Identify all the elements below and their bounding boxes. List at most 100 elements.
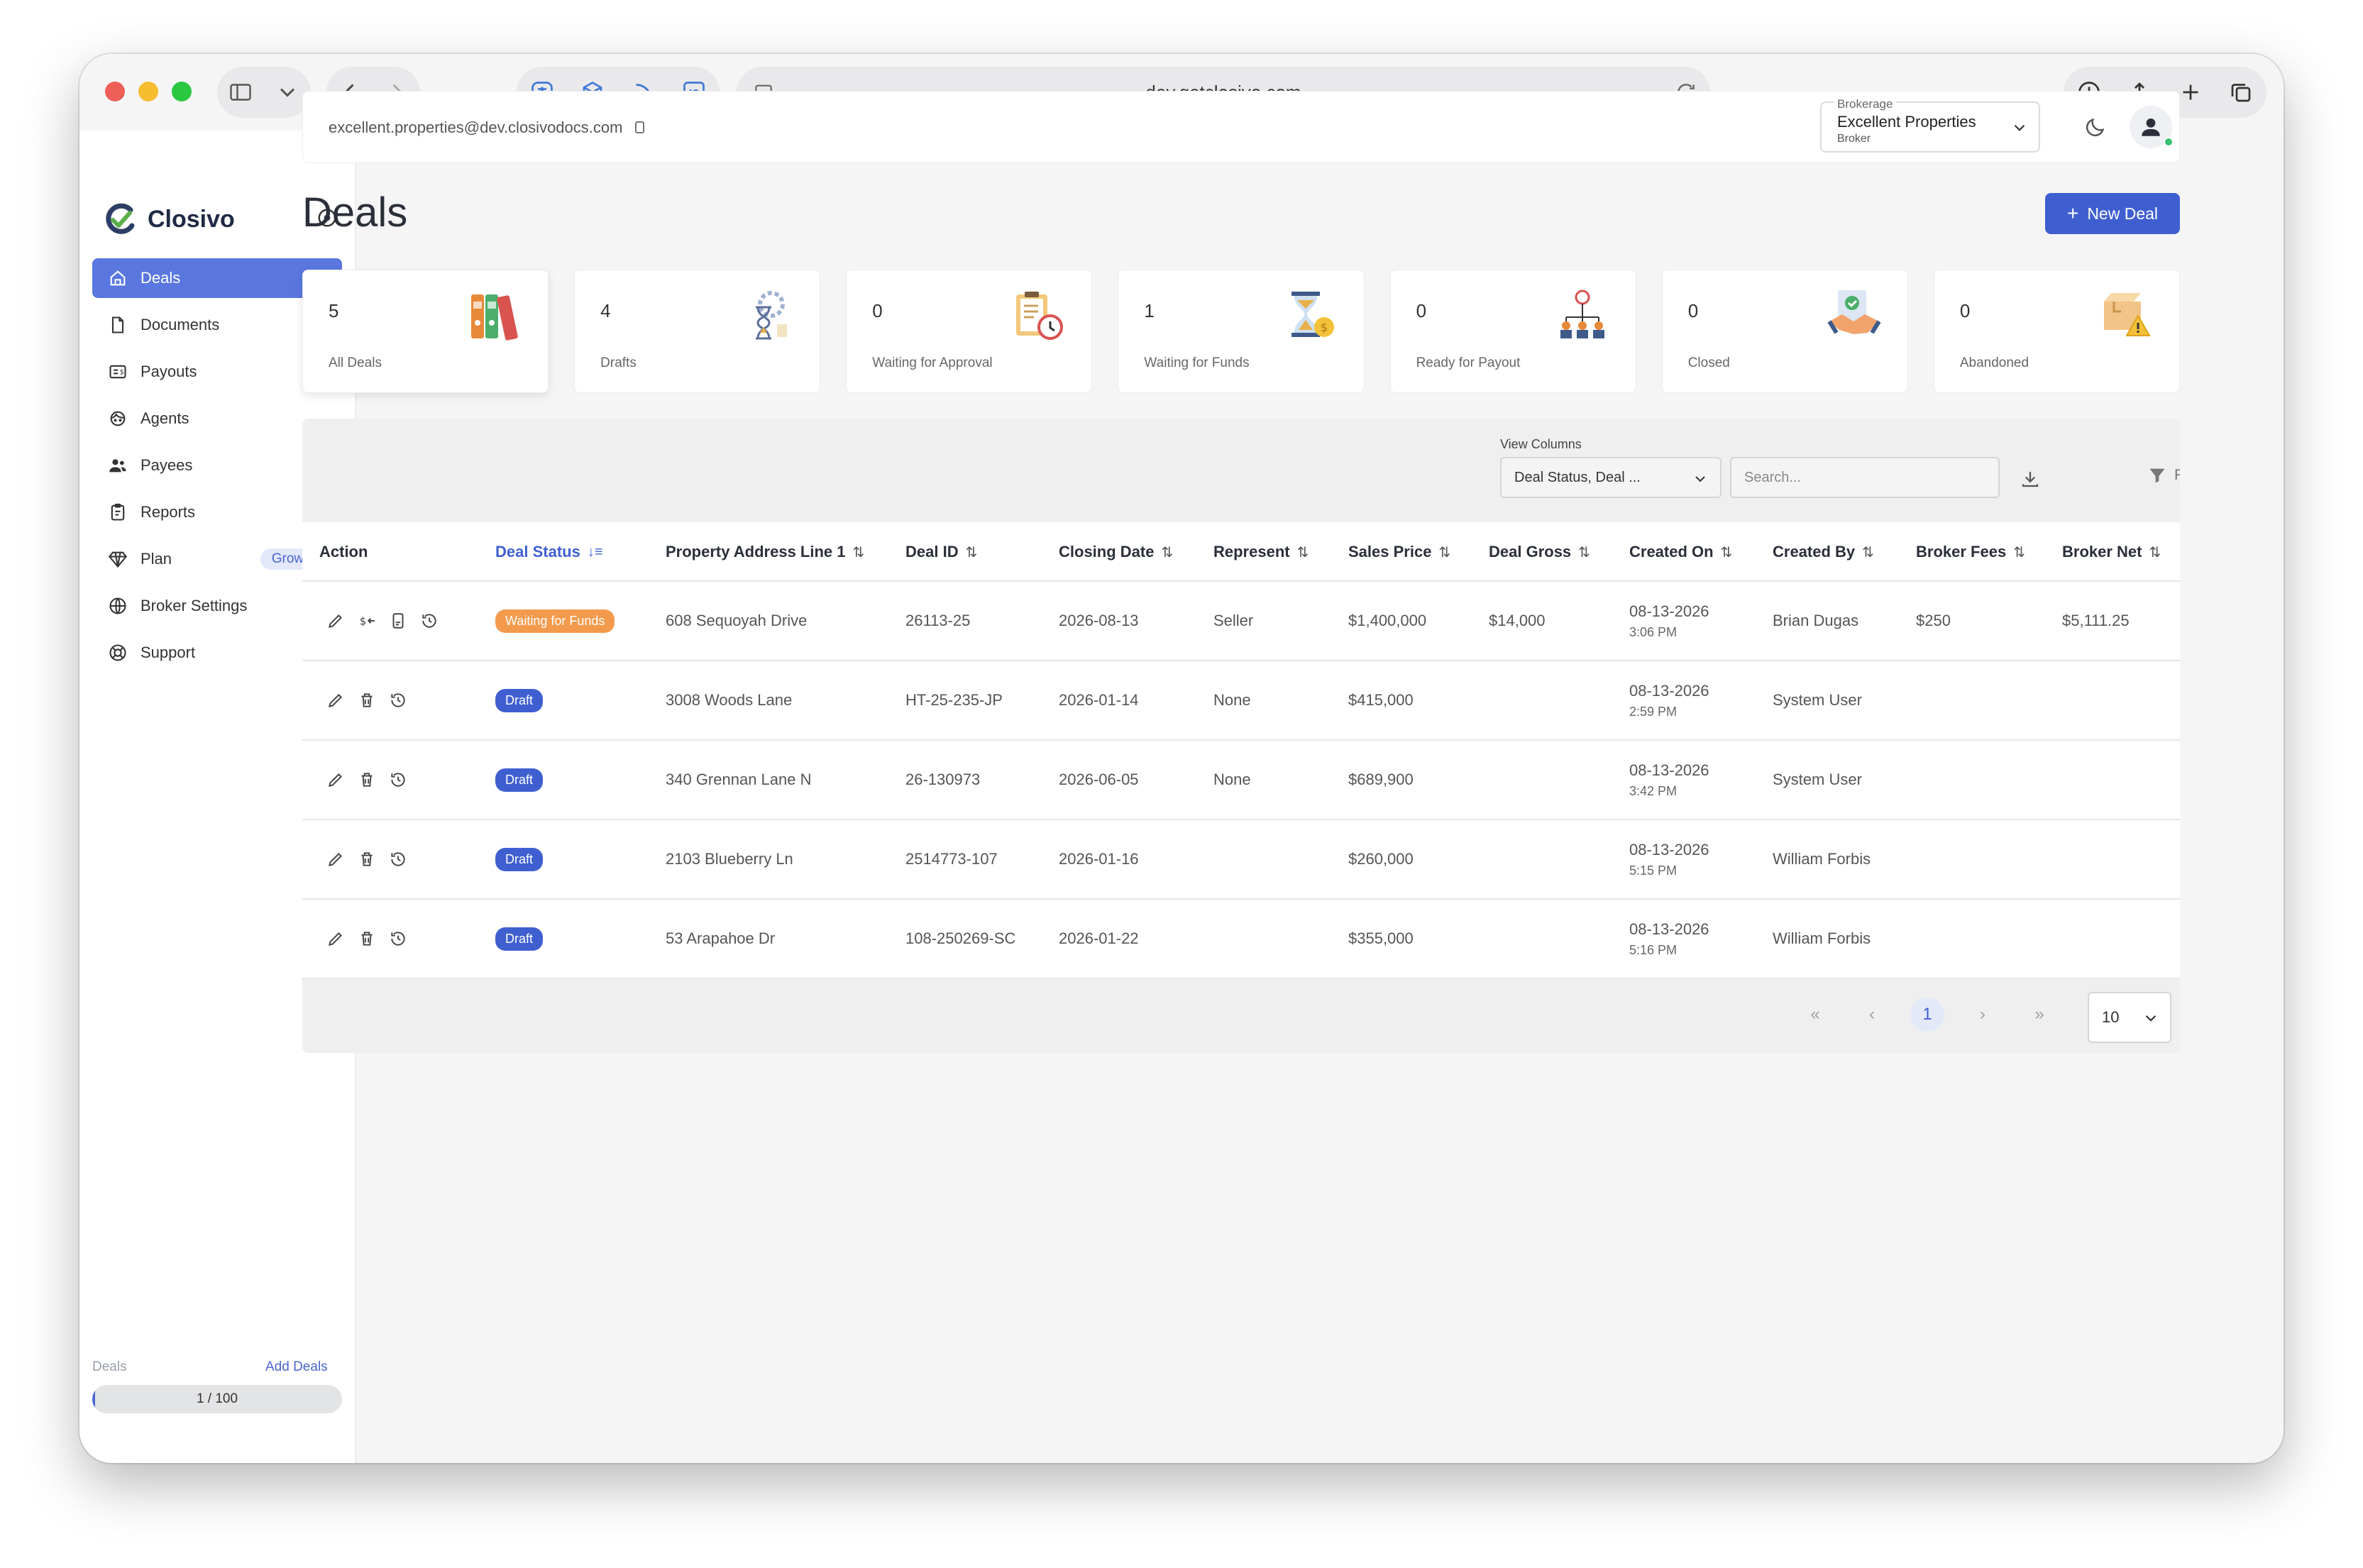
export-download-icon[interactable] [2020, 468, 2041, 490]
stat-card-abandoned[interactable]: 0 Abandoned [1933, 270, 2180, 393]
stat-card-waiting-funds[interactable]: 1 Waiting for Funds $ [1118, 270, 1365, 393]
trash-icon[interactable] [358, 771, 376, 789]
table-row[interactable]: Draft 340 Grennan Lane N 26-130973 2026-… [302, 741, 2180, 820]
search-input[interactable] [1730, 457, 2000, 498]
edit-icon[interactable] [326, 929, 345, 948]
stat-count: 1 [1144, 300, 1155, 321]
column-header-sales-price[interactable]: Sales Price ⇅ [1348, 522, 1450, 582]
deal-gross-cell: $14,000 [1489, 612, 1546, 629]
tab-overview-icon[interactable] [2228, 79, 2254, 105]
stat-card-waiting-approval[interactable]: 0 Waiting for Approval [846, 270, 1093, 393]
table-row[interactable]: Draft 53 Arapahoe Dr 108-250269-SC 2026-… [302, 900, 2180, 979]
column-header-deal-gross[interactable]: Deal Gross ⇅ [1489, 522, 1590, 582]
stat-label: Closed [1687, 355, 1730, 370]
table-row[interactable]: Draft 2103 Blueberry Ln 2514773-107 2026… [302, 820, 2180, 900]
created-on-cell: 08-13-2026 2:59 PM [1629, 661, 1709, 739]
column-header-deal-id[interactable]: Deal ID ⇅ [905, 522, 977, 582]
history-icon[interactable] [389, 771, 407, 789]
prev-page-button[interactable]: ‹ [1855, 998, 1889, 1032]
history-icon[interactable] [420, 612, 439, 630]
created-date: 08-13-2026 [1629, 920, 1709, 938]
last-page-button[interactable]: » [2022, 998, 2056, 1032]
sales-price-cell: $689,900 [1348, 771, 1414, 788]
history-icon[interactable] [389, 850, 407, 868]
close-window-button[interactable] [105, 82, 125, 101]
copy-document-icon[interactable] [389, 612, 407, 630]
stat-card-closed[interactable]: 0 Closed [1661, 270, 1908, 393]
column-header-deal-status[interactable]: Deal Status ↓≡ [495, 522, 603, 582]
deal-quota-text: 1 / 100 [196, 1391, 238, 1406]
row-actions [326, 741, 407, 819]
avatar[interactable] [2130, 106, 2174, 148]
column-header-broker-net[interactable]: Broker Net ⇅ [2062, 522, 2161, 582]
trash-icon[interactable] [358, 929, 376, 948]
created-by-cell: System User [1773, 771, 1862, 788]
stat-label: Waiting for Funds [1144, 355, 1250, 370]
table-row[interactable]: Draft 3008 Woods Lane HT-25-235-JP 2026-… [302, 661, 2180, 741]
stat-card-ready-payout[interactable]: 0 Ready for Payout [1389, 270, 1636, 393]
stat-count: 0 [872, 300, 883, 321]
trash-icon[interactable] [358, 850, 376, 868]
history-icon[interactable] [389, 929, 407, 948]
edit-icon[interactable] [326, 850, 345, 868]
closing-date-cell: 2026-01-14 [1059, 691, 1139, 709]
created-time: 5:15 PM [1629, 863, 1678, 878]
column-header-closing-date[interactable]: Closing Date ⇅ [1059, 522, 1173, 582]
next-page-button[interactable]: › [1966, 998, 2000, 1032]
chevron-down-icon[interactable] [275, 79, 300, 105]
sidebar-item-label: Documents [141, 316, 220, 333]
stat-card-all-deals[interactable]: 5 All Deals [302, 270, 549, 393]
trash-icon[interactable] [358, 691, 376, 710]
new-tab-icon[interactable] [2178, 79, 2203, 105]
new-deal-label: New Deal [2087, 204, 2159, 223]
minimize-window-button[interactable] [138, 82, 158, 101]
column-header-represent[interactable]: Represent ⇅ [1213, 522, 1309, 582]
column-header-created-on[interactable]: Created On ⇅ [1629, 522, 1732, 582]
edit-icon[interactable] [326, 691, 345, 710]
new-deal-button[interactable]: + New Deal [2045, 193, 2180, 234]
broker-fees-cell: $250 [1916, 612, 1951, 629]
payment-icon[interactable]: $ [358, 612, 376, 630]
zoom-window-button[interactable] [172, 82, 192, 101]
page-1-button[interactable]: 1 [1910, 998, 1944, 1032]
brokerage-value: Excellent Properties [1837, 113, 1976, 131]
chevron-down-icon [2145, 1015, 2157, 1022]
created-by-cell: William Forbis [1773, 929, 1871, 947]
stat-label: Ready for Payout [1416, 355, 1521, 370]
status-badge: Draft [495, 847, 544, 871]
support-icon [109, 644, 126, 661]
column-header-broker-fees[interactable]: Broker Fees ⇅ [1916, 522, 2025, 582]
app-header: excellent.properties@dev.closivodocs.com… [302, 91, 2180, 163]
sidebar-icon[interactable] [228, 79, 253, 105]
filters-button[interactable]: Filters [2147, 465, 2180, 485]
sidebar-item-label: Plan [141, 550, 172, 568]
theme-toggle-icon[interactable] [2083, 116, 2107, 140]
history-icon[interactable] [389, 691, 407, 710]
represent-cell: None [1213, 691, 1251, 709]
binders-icon [471, 294, 518, 341]
svg-text:$: $ [120, 369, 124, 377]
stat-card-drafts[interactable]: 4 Drafts [574, 270, 821, 393]
edit-icon[interactable] [326, 612, 345, 630]
column-header-address[interactable]: Property Address Line 1 ⇅ [666, 522, 864, 582]
first-page-button[interactable]: « [1798, 998, 1832, 1032]
add-deals-link[interactable]: Add Deals [265, 1359, 328, 1375]
view-columns-select[interactable]: Deal Status, Deal ... [1500, 457, 1722, 498]
deal-quota-bar: 1 / 100 [92, 1385, 342, 1413]
brokerage-select[interactable]: Brokerage Excellent Properties Broker [1820, 97, 2040, 153]
deal-status-cell: Waiting for Funds [495, 582, 615, 660]
table-row[interactable]: $ Waiting for Funds 608 Sequoyah Drive 2… [302, 582, 2180, 661]
edit-icon[interactable] [326, 771, 345, 789]
rows-per-page-select[interactable]: 10 [2088, 992, 2171, 1043]
column-header-created-by[interactable]: Created By ⇅ [1773, 522, 1874, 582]
column-label: Sales Price [1348, 543, 1432, 561]
copy-icon[interactable] [631, 119, 648, 136]
brand[interactable]: Closivo [102, 201, 235, 237]
sort-icon: ⇅ [1296, 544, 1309, 561]
deal-status-cell: Draft [495, 661, 544, 739]
view-columns-value: Deal Status, Deal ... [1514, 469, 1641, 485]
stat-count: 0 [1687, 300, 1699, 321]
deal-id-cell: 26-130973 [905, 771, 981, 788]
row-actions [326, 820, 407, 898]
filters-label: Filters [2174, 467, 2180, 483]
